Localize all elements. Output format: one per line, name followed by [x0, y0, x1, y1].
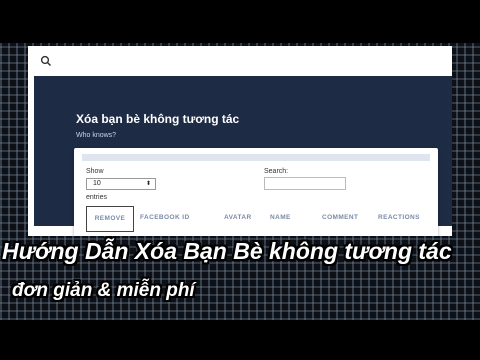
- search-label: Search:: [264, 168, 289, 175]
- overlay-caption-line2: đơn giản & miễn phí: [12, 280, 195, 301]
- show-label: Show: [86, 168, 104, 175]
- browser-screen: Xóa bạn bè không tương tác Who knows? Sh…: [28, 46, 452, 236]
- column-header-remove[interactable]: REMOVE: [86, 206, 134, 232]
- column-header-reactions[interactable]: REACTIONS: [378, 214, 420, 221]
- entries-value: 10: [93, 180, 101, 187]
- column-header-facebook-id[interactable]: FACEBOOK ID: [140, 214, 190, 221]
- top-bar: [28, 46, 452, 76]
- column-header-avatar[interactable]: AVATAR: [224, 214, 252, 221]
- card-header-strip: [82, 154, 430, 161]
- page-title: Xóa bạn bè không tương tác: [76, 112, 240, 126]
- table-card: Show 10 ⬍ entries Search: REMOVE FACEBOO…: [74, 148, 438, 236]
- overlay-caption-line1: Hướng Dẫn Xóa Bạn Bè không tương tác: [2, 238, 452, 264]
- entries-select[interactable]: 10 ⬍: [86, 178, 156, 190]
- page-subtitle: Who knows?: [76, 132, 117, 139]
- select-arrows-icon: ⬍: [145, 181, 151, 187]
- column-header-comment[interactable]: COMMENT: [322, 214, 358, 221]
- search-icon[interactable]: [40, 54, 52, 67]
- column-header-name[interactable]: NAME: [270, 214, 291, 221]
- search-input[interactable]: [264, 177, 346, 190]
- entries-label: entries: [86, 194, 108, 201]
